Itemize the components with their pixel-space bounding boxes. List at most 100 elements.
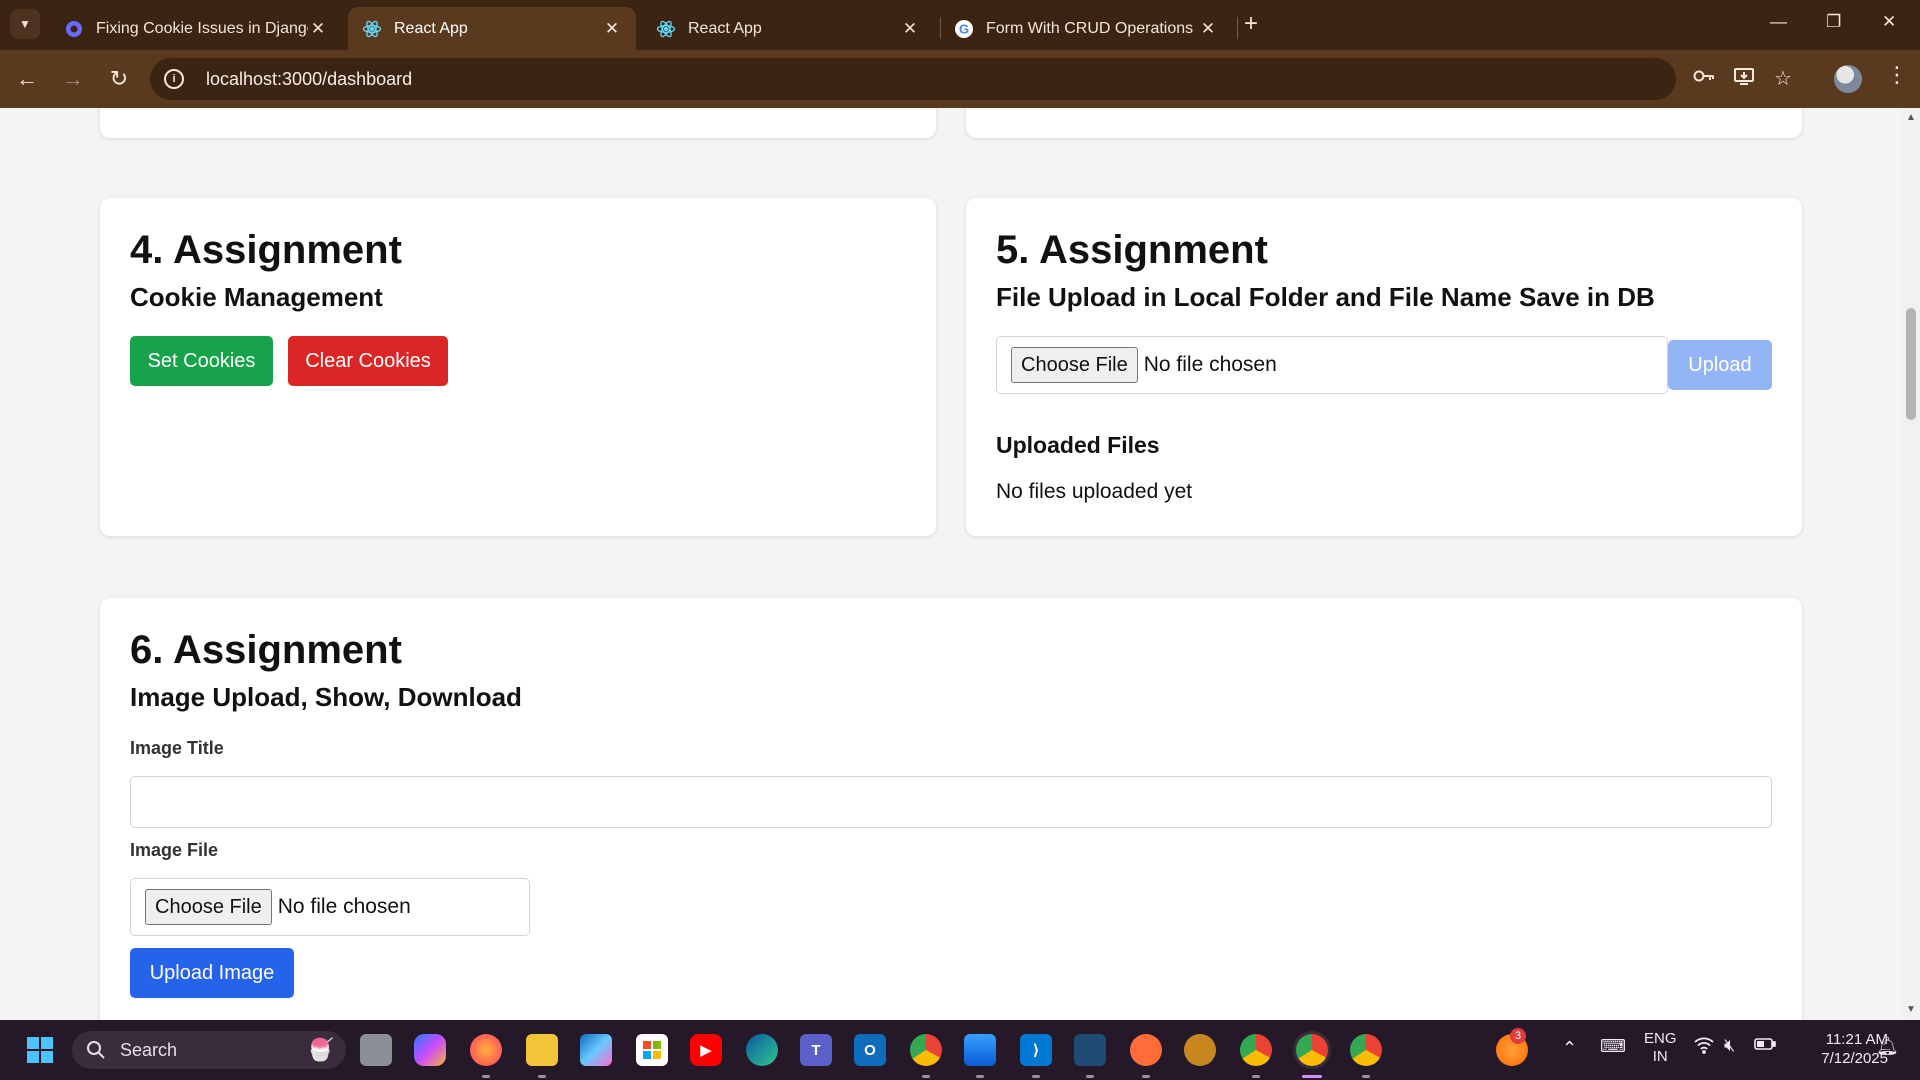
database-tool-icon[interactable] [1074, 1034, 1106, 1066]
photos-icon[interactable] [964, 1034, 996, 1066]
browser-tab-bar: ▼ Fixing Cookie Issues in Django I ✕ Rea… [0, 0, 1920, 50]
chrome-icon[interactable] [1240, 1034, 1272, 1066]
tab-react-app-active[interactable]: React App ✕ [348, 7, 636, 50]
postman-icon[interactable] [1130, 1034, 1162, 1066]
copilot-icon[interactable] [414, 1034, 446, 1066]
keyboard-icon[interactable]: ⌨ [1600, 1036, 1626, 1057]
choose-file-button[interactable]: Choose File [145, 889, 272, 925]
upload-button[interactable]: Upload [1668, 340, 1772, 390]
notification-badge: 3 [1510, 1028, 1526, 1044]
language-indicator[interactable]: ENG IN [1644, 1030, 1677, 1066]
close-tab-icon[interactable]: ✕ [602, 19, 622, 39]
outlook-icon[interactable]: O [854, 1034, 886, 1066]
microsoft-365-icon[interactable] [580, 1034, 612, 1066]
running-indicator [922, 1075, 930, 1078]
assignment-6-subheading: Image Upload, Show, Download [130, 682, 522, 712]
file-explorer-icon[interactable] [526, 1034, 558, 1066]
image-title-label: Image Title [130, 738, 224, 758]
chevron-down-icon: ▼ [19, 17, 31, 31]
assignment-4-heading: 4. Assignment [130, 228, 402, 272]
scroll-down-arrow-icon[interactable]: ▼ [1906, 1004, 1916, 1015]
uploaded-files-title: Uploaded Files [996, 432, 1160, 458]
forward-arrow-icon[interactable]: → [58, 64, 88, 94]
kebab-menu-icon[interactable]: ⋮ [1886, 62, 1908, 88]
clock-date: 7/12/2025 [1821, 1050, 1888, 1067]
assignment-6-card: 6. Assignment Image Upload, Show, Downlo… [100, 598, 1802, 1020]
minimize-icon[interactable]: — [1770, 12, 1787, 32]
assignment-4-subheading: Cookie Management [130, 282, 383, 312]
scrollbar-thumb[interactable] [1906, 308, 1916, 420]
restore-icon[interactable]: ❐ [1826, 12, 1841, 32]
choose-file-button[interactable]: Choose File [1011, 347, 1138, 383]
running-indicator [1086, 1075, 1094, 1078]
scroll-up-arrow-icon[interactable]: ▲ [1906, 112, 1916, 123]
bookmark-star-icon[interactable]: ☆ [1774, 66, 1792, 91]
region-label: IN [1652, 1048, 1668, 1065]
close-tab-icon[interactable]: ✕ [900, 19, 920, 39]
file-upload-input[interactable]: Choose File No file chosen [996, 336, 1668, 394]
react-favicon-icon [362, 19, 382, 39]
tab-form-crud[interactable]: G Form With CRUD Operations - G ✕ [940, 7, 1232, 50]
assignment-4-card: 4. Assignment Cookie Management Set Cook… [100, 198, 936, 536]
tab-separator [1237, 17, 1238, 39]
profile-avatar[interactable] [1834, 65, 1862, 93]
close-tab-icon[interactable]: ✕ [1198, 19, 1218, 39]
edge-icon[interactable] [746, 1034, 778, 1066]
running-indicator [1362, 1075, 1370, 1078]
close-window-icon[interactable]: ✕ [1882, 12, 1896, 32]
windows-taskbar: Search 🍧 ▶ T O ⟩ 3 ⌃ ⌨ ENG IN 🔇︎ 11:21 A… [0, 1020, 1920, 1080]
running-indicator [482, 1075, 490, 1078]
tab-fixing-cookie[interactable]: Fixing Cookie Issues in Django I ✕ [50, 7, 342, 50]
search-icon [87, 1041, 105, 1059]
youtube-icon[interactable]: ▶ [690, 1034, 722, 1066]
back-arrow-icon[interactable]: ← [12, 64, 42, 94]
lion-app-icon[interactable] [1184, 1034, 1216, 1066]
notification-bell-icon[interactable]: 🔔︎ [1876, 1036, 1899, 1057]
address-bar[interactable]: i localhost:3000/dashboard [150, 58, 1676, 100]
volume-muted-icon[interactable]: 🔇︎ [1724, 1035, 1735, 1056]
assignment-5-subheading: File Upload in Local Folder and File Nam… [996, 282, 1655, 312]
set-cookies-button[interactable]: Set Cookies [130, 336, 273, 386]
reload-icon[interactable]: ↻ [104, 64, 134, 94]
microsoft-store-icon[interactable] [636, 1034, 668, 1066]
browser-toolbar: ← → ↻ i localhost:3000/dashboard ☆ ⋮ [0, 50, 1920, 108]
page-scrollbar[interactable]: ▲ ▼ [1902, 108, 1920, 1020]
assignment-card-partial-right [966, 108, 1802, 138]
running-indicator [976, 1075, 984, 1078]
vscode-icon[interactable]: ⟩ [1020, 1034, 1052, 1066]
image-title-input[interactable] [130, 776, 1772, 828]
image-file-input[interactable]: Choose File No file chosen [130, 878, 530, 936]
tab-search-button[interactable]: ▼ [10, 9, 40, 39]
image-file-label: Image File [130, 840, 219, 860]
file-status-text: No file chosen [1143, 353, 1277, 376]
firefox-icon[interactable] [470, 1034, 502, 1066]
url-text[interactable]: localhost:3000/dashboard [206, 69, 412, 90]
tab-react-app[interactable]: React App ✕ [642, 7, 934, 50]
claude-favicon-icon [64, 19, 84, 39]
assignment-card-partial-left [100, 108, 936, 138]
chrome-secondary-icon[interactable] [1350, 1034, 1382, 1066]
running-indicator [1252, 1075, 1260, 1078]
tab-title: Form With CRUD Operations - G [986, 19, 1198, 37]
task-view-icon[interactable] [360, 1034, 392, 1066]
close-tab-icon[interactable]: ✕ [308, 19, 328, 39]
teams-icon[interactable]: T [800, 1034, 832, 1066]
battery-icon[interactable] [1754, 1036, 1776, 1057]
tray-chevron-up-icon[interactable]: ⌃ [1562, 1038, 1577, 1059]
taskbar-search-box[interactable]: Search 🍧 [72, 1031, 346, 1069]
wifi-icon[interactable] [1694, 1036, 1714, 1059]
svg-text:G: G [959, 21, 969, 36]
assignment-5-heading: 5. Assignment [996, 228, 1268, 272]
chrome-profile-icon[interactable] [910, 1034, 942, 1066]
upload-image-button[interactable]: Upload Image [130, 948, 294, 998]
chrome-active-icon[interactable] [1296, 1034, 1328, 1066]
password-key-icon[interactable] [1692, 66, 1716, 92]
site-info-icon[interactable]: i [164, 69, 184, 89]
new-tab-plus-icon[interactable]: + [1244, 11, 1258, 37]
install-app-icon[interactable] [1733, 66, 1755, 92]
assignment-6-heading: 6. Assignment [130, 628, 402, 672]
windows-start-icon[interactable] [24, 1034, 56, 1066]
clock-time: 11:21 AM [1825, 1031, 1888, 1048]
clock[interactable]: 11:21 AM 7/12/2025 [1796, 1030, 1888, 1068]
clear-cookies-button[interactable]: Clear Cookies [288, 336, 448, 386]
